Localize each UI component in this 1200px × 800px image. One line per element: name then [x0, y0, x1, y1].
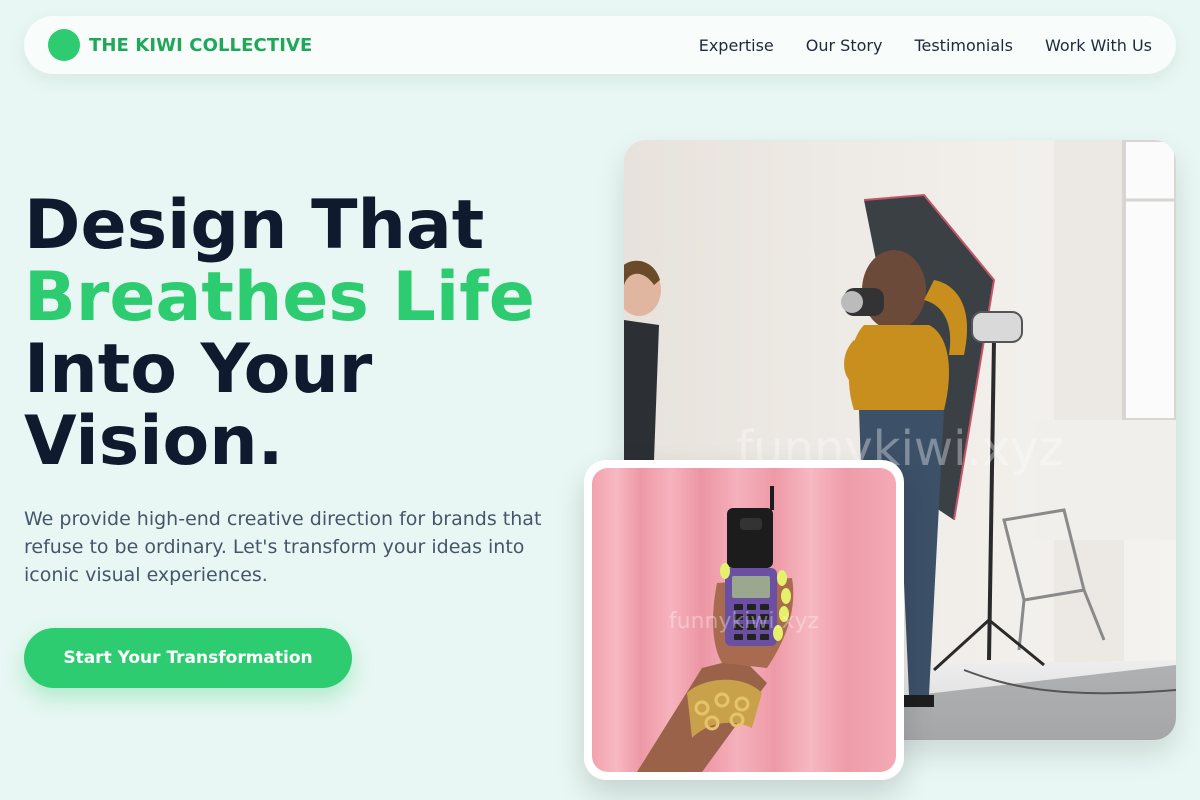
phone-photo: funnykiwi.xyz: [592, 468, 896, 772]
hero-description: We provide high-end creative direction f…: [24, 508, 542, 586]
nav-links: Expertise Our Story Testimonials Work Wi…: [699, 36, 1152, 55]
nav-link-expertise[interactable]: Expertise: [699, 36, 774, 55]
headline-accent: Breathes Life: [24, 258, 535, 337]
nav-link-work-with-us[interactable]: Work With Us: [1045, 36, 1152, 55]
headline-line-3: Into Your: [24, 330, 373, 409]
top-navbar: THE KIWI COLLECTIVE Expertise Our Story …: [24, 16, 1176, 74]
nav-link-our-story[interactable]: Our Story: [806, 36, 883, 55]
brand-logo[interactable]: THE KIWI COLLECTIVE: [48, 29, 312, 61]
headline-line-4: Vision.: [24, 402, 284, 481]
brand-name: THE KIWI COLLECTIVE: [89, 34, 313, 56]
hero-headline: Design That Breathes Life Into Your Visi…: [24, 190, 604, 478]
phone-photo-card: funnykiwi.xyz: [584, 460, 904, 780]
nav-link-testimonials[interactable]: Testimonials: [914, 36, 1013, 55]
small-photo-watermark: funnykiwi.xyz: [669, 609, 819, 634]
headline-line-1: Design That: [24, 186, 485, 265]
logo-circle-icon: [48, 29, 80, 61]
start-transformation-button[interactable]: Start Your Transformation: [24, 628, 352, 688]
